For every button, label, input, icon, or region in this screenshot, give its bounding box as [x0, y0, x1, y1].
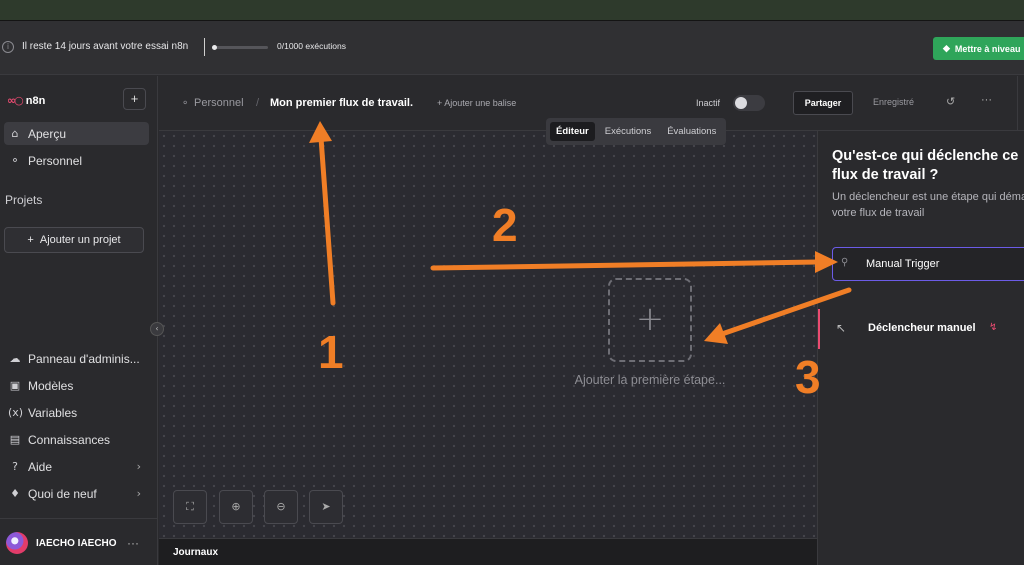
sidebar-item-whats-new[interactable]: ♦ Quoi de neuf ›: [4, 482, 149, 505]
more-options-icon[interactable]: ···: [981, 94, 992, 106]
breadcrumb-owner[interactable]: Personnel: [194, 97, 244, 109]
executions-count: 0/1000 exécutions: [277, 41, 347, 51]
workflow-canvas[interactable]: + Ajouter la première étape... ⛶ ⊕ ⊖ ➤: [159, 131, 817, 538]
sidebar-item-label: Quoi de neuf: [28, 486, 97, 501]
sidebar-item-label: Aide: [28, 459, 53, 474]
user-icon: ⚬: [181, 98, 190, 109]
n8n-logo-icon: ∞○: [7, 94, 24, 107]
header-divider: [1017, 76, 1018, 131]
sidebar-item-label: Personnel: [28, 153, 83, 168]
user-menu-icon[interactable]: ···: [127, 536, 139, 550]
tab-executions[interactable]: Exécutions: [599, 122, 657, 141]
add-first-step-label: Ajouter la première étape...: [574, 373, 726, 387]
annotation-label-3: 3: [795, 351, 821, 403]
add-project-button[interactable]: + Ajouter un projet: [4, 227, 144, 253]
sidebar-item-label: Variables: [28, 405, 78, 420]
panel-description: Un déclencheur est une étape qui démarre…: [832, 191, 1024, 219]
diamond-icon: ◆: [943, 43, 950, 53]
collapse-sidebar-icon[interactable]: ‹: [150, 322, 164, 336]
saved-status: Enregistré: [873, 97, 915, 107]
sidebar-item-variables[interactable]: (x) Variables: [4, 401, 149, 424]
history-icon[interactable]: ↺: [946, 95, 955, 108]
sidebar-item-templates[interactable]: ▣ Modèles: [4, 374, 149, 397]
sidebar-item-label: Modèles: [28, 378, 74, 393]
trial-message: Il reste 14 jours avant votre essai n8n: [22, 41, 189, 52]
sidebar-divider: [0, 518, 158, 519]
executions-progress-fill: [212, 45, 217, 50]
breadcrumb-separator: /: [256, 97, 260, 109]
manual-trigger-item[interactable]: ↖ Déclencheur manuel ↯: [818, 309, 1024, 349]
n8n-logo[interactable]: ∞○ n8n: [7, 94, 45, 107]
top-window-strip: [0, 0, 1024, 21]
cloud-icon: ☁: [9, 352, 21, 365]
trigger-search-input[interactable]: ⚲ Manual Trigger: [832, 247, 1024, 281]
zoom-out-icon[interactable]: ⊖: [264, 490, 298, 524]
sidebar-item-personal[interactable]: ⚬ Personnel: [4, 149, 149, 172]
toggle-knob: [735, 97, 747, 109]
sidebar-item-admin-panel[interactable]: ☁ Panneau d'adminis...: [4, 347, 149, 370]
editor-tabs: Éditeur Exécutions Évaluations: [546, 118, 727, 145]
sidebar-item-insights[interactable]: ▤ Connaissances: [4, 428, 149, 451]
help-icon: ?: [12, 460, 18, 473]
templates-icon: ▣: [9, 379, 21, 392]
sidebar-item-overview[interactable]: ⌂ Aperçu: [4, 122, 149, 145]
home-icon: ⌂: [11, 127, 19, 140]
upgrade-button[interactable]: ◆ Mettre à niveau: [933, 37, 1024, 60]
tab-evaluations[interactable]: Évaluations: [661, 122, 722, 141]
user-name: IAECHO IAECHO: [36, 537, 117, 549]
tab-editor[interactable]: Éditeur: [550, 122, 595, 141]
add-project-label: Ajouter un projet: [39, 234, 121, 246]
bottom-strip: [0, 565, 1024, 576]
trigger-panel: Qu'est-ce qui déclenche ce flux de trava…: [817, 131, 1024, 576]
avatar: [6, 532, 28, 554]
logs-label: Journaux: [173, 547, 219, 558]
search-icon: ⚲: [841, 257, 849, 268]
trial-divider: [204, 38, 205, 56]
add-tag-link[interactable]: + Ajouter une balise: [437, 98, 516, 108]
logs-bar[interactable]: Journaux: [159, 538, 817, 565]
panel-title: Qu'est-ce qui déclenche ce flux de trava…: [832, 148, 1019, 183]
plus-icon: +: [27, 234, 34, 246]
add-first-step-button[interactable]: +: [608, 278, 692, 362]
info-icon: i: [2, 41, 14, 53]
sidebar-item-label: Panneau d'adminis...: [28, 351, 140, 366]
zoom-in-icon[interactable]: ⊕: [219, 490, 253, 524]
variables-icon: (x): [8, 406, 24, 419]
workflow-title[interactable]: Mon premier flux de travail.: [270, 97, 413, 109]
chart-icon: ▤: [9, 433, 21, 446]
fit-view-icon[interactable]: ⛶: [173, 490, 207, 524]
trial-banner: i Il reste 14 jours avant votre essai n8…: [0, 21, 1024, 75]
active-toggle[interactable]: [733, 95, 765, 111]
executions-progress-bar: [212, 45, 268, 50]
upgrade-label: Mettre à niveau: [954, 43, 1021, 54]
share-button[interactable]: Partager: [793, 91, 853, 115]
bell-icon: ♦: [10, 487, 20, 500]
trigger-label: Déclencheur manuel: [868, 322, 976, 334]
annotation-label-1: 1: [318, 326, 344, 378]
sidebar-item-label: Aperçu: [28, 126, 67, 141]
annotation-label-2: 2: [492, 199, 518, 251]
sidebar: ∞○ n8n + ⌂ Aperçu ⚬ Personnel Projets + …: [0, 76, 158, 576]
active-status-label: Inactif: [696, 98, 721, 108]
user-icon: ⚬: [10, 154, 20, 167]
search-value: Manual Trigger: [866, 258, 940, 270]
bolt-icon: ↯: [989, 322, 998, 333]
projects-heading: Projets: [5, 193, 43, 207]
create-button[interactable]: +: [123, 88, 146, 110]
logo-text: n8n: [25, 94, 46, 107]
cursor-mode-icon[interactable]: ➤: [309, 490, 343, 524]
user-profile[interactable]: IAECHO IAECHO: [6, 532, 117, 554]
sidebar-item-help[interactable]: ? Aide ›: [4, 455, 149, 478]
chevron-right-icon: ›: [136, 487, 141, 500]
cursor-click-icon: ↖: [836, 321, 847, 335]
sidebar-item-label: Connaissances: [28, 432, 111, 447]
chevron-right-icon: ›: [136, 460, 141, 473]
